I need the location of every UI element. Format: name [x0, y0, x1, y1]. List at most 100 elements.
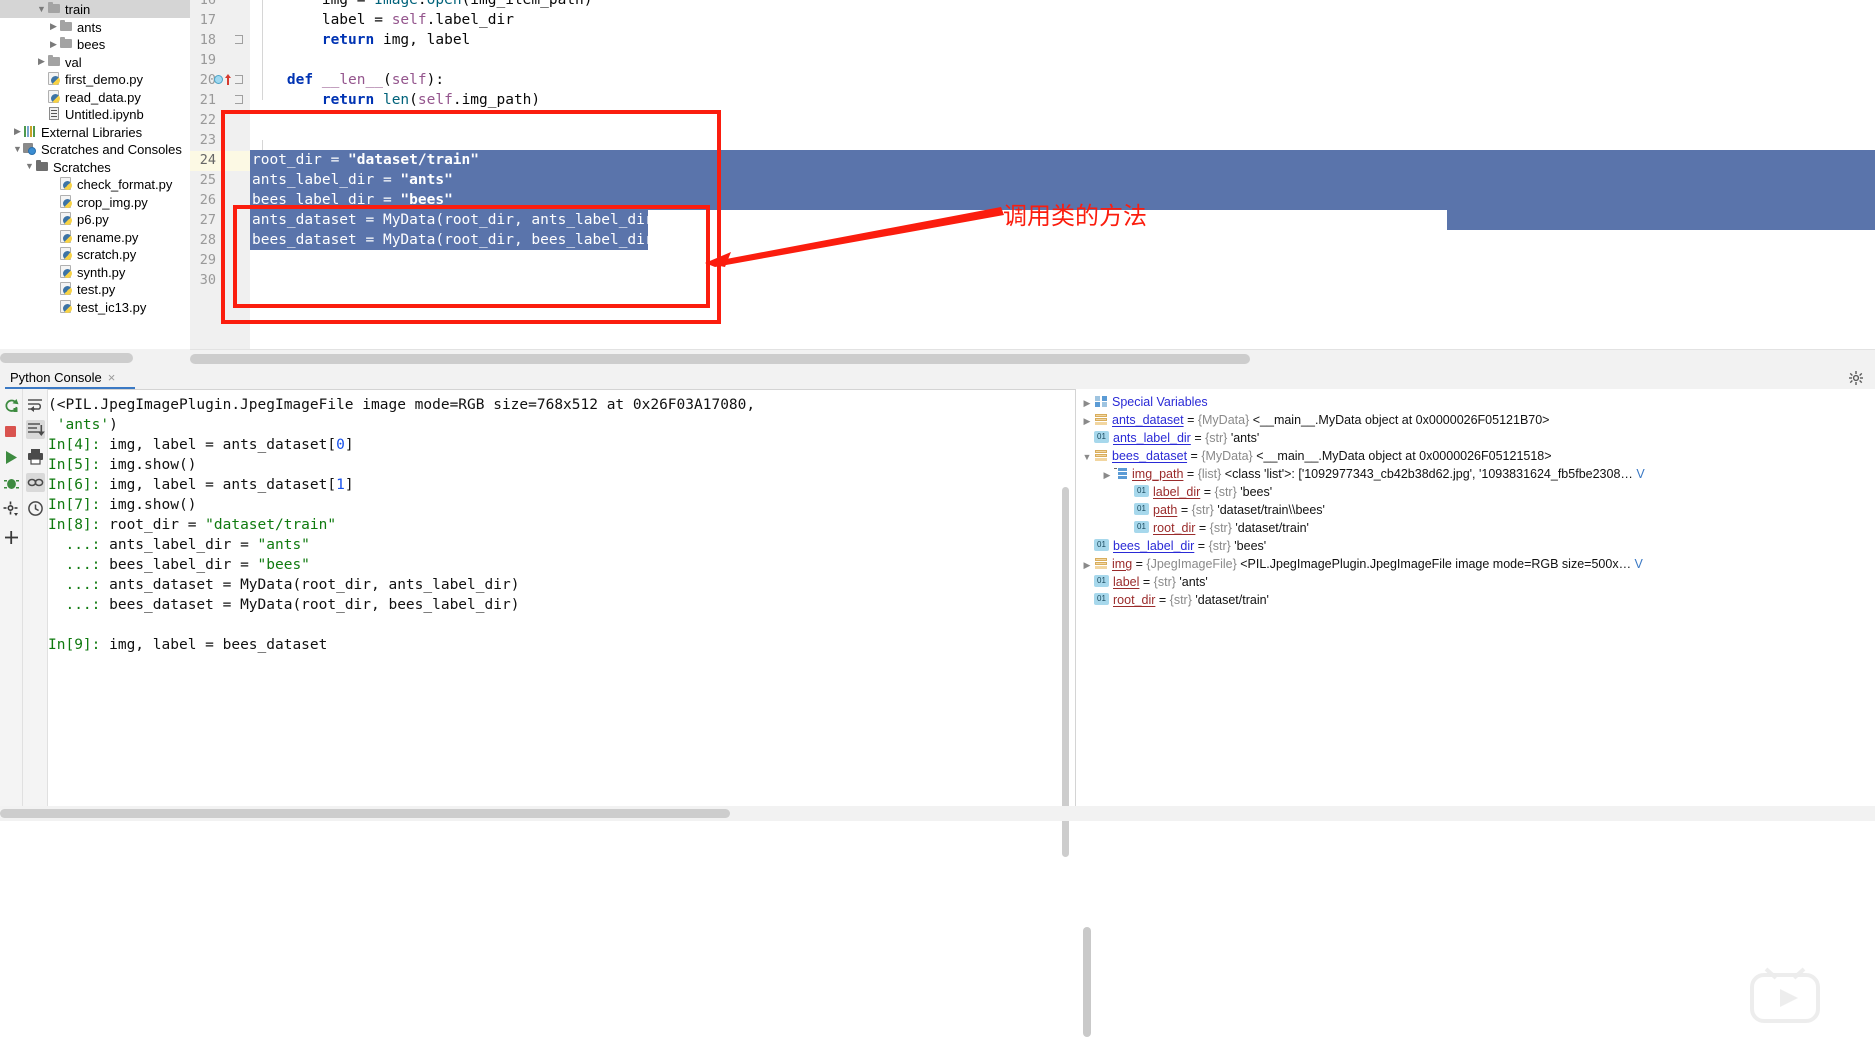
- tree-item-external-libraries[interactable]: ▶ External Libraries: [0, 123, 190, 141]
- code-fold-icon[interactable]: [235, 75, 246, 86]
- 01-variable-icon: [1134, 503, 1149, 515]
- console-line: ...: ants_label_dir = "ants": [65, 537, 310, 553]
- gutter-run-marker-icon[interactable]: [214, 75, 223, 84]
- gear-icon[interactable]: [1849, 371, 1863, 385]
- variable-view-link[interactable]: V: [1631, 557, 1643, 571]
- chevron-right-icon[interactable]: ▶: [1080, 394, 1094, 412]
- tree-item-first-demo-py[interactable]: ▶ first_demo.py: [0, 70, 190, 88]
- tree-item-ants[interactable]: ▶ ants: [0, 18, 190, 36]
- tree-item-val[interactable]: ▶ val: [0, 53, 190, 71]
- chevron-down-icon[interactable]: ▼: [36, 1, 47, 19]
- variable-value: <__main__.MyData object at 0x0000026F051…: [1252, 449, 1552, 463]
- variable-row-root-dir[interactable]: root_dir = {str} 'dataset/train': [1120, 519, 1309, 537]
- project-tree[interactable]: ▼ train ▶ ants ▶ bees ▶ val ▶ first_demo.py ▶ read_…: [0, 0, 190, 367]
- close-icon[interactable]: ×: [108, 370, 116, 385]
- variable-row-ants-dataset[interactable]: ▶ ants_dataset = {MyData} <__main__.MyDat…: [1080, 411, 1550, 430]
- print-icon[interactable]: [26, 447, 45, 466]
- chevron-right-icon[interactable]: ▶: [1100, 466, 1114, 484]
- variable-row-img-path[interactable]: ▶ img_path = {list} <class 'list'>: ['109…: [1100, 465, 1645, 483]
- console-line: ...: bees_label_dir = "bees": [65, 557, 310, 573]
- tree-item-scratch-py[interactable]: ▶ scratch.py: [0, 245, 190, 263]
- tree-hscroll-thumb[interactable]: [0, 353, 133, 363]
- variable-row-path[interactable]: path = {str} 'dataset/train\\bees': [1120, 501, 1325, 519]
- variable-row-img[interactable]: ▶ img = {JpegImageFile} <PIL.JpegImagePlu…: [1080, 555, 1643, 573]
- tree-hscrollbar[interactable]: [0, 349, 190, 367]
- debug-icon[interactable]: [3, 475, 20, 492]
- console-output[interactable]: (<PIL.JpegImagePlugin.JpegImageFile imag…: [48, 389, 1068, 821]
- chevron-right-icon[interactable]: ▶: [1080, 412, 1094, 430]
- chevron-down-icon[interactable]: ▼: [12, 141, 23, 159]
- line-number: 16: [199, 0, 216, 8]
- variable-row-ants-label-dir[interactable]: ants_label_dir = {str} 'ants': [1080, 429, 1259, 447]
- special-variables-panel[interactable]: ▶ Special Variables ▶ ants_dataset = {MyDat…: [1075, 389, 1875, 821]
- variable-row-special-variables[interactable]: ▶ Special Variables: [1080, 393, 1208, 411]
- editor-hscroll-thumb[interactable]: [190, 354, 1250, 364]
- tree-item-scratches-and-consoles[interactable]: ▼ Scratches and Consoles: [0, 140, 190, 158]
- tree-item-test-py[interactable]: ▶ test.py: [0, 280, 190, 298]
- console-toolbar-right[interactable]: [23, 389, 48, 821]
- bottom-hscrollbar[interactable]: [0, 806, 1875, 821]
- variable-row-root-dir[interactable]: root_dir = {str} 'dataset/train': [1080, 591, 1269, 609]
- settings-icon[interactable]: [3, 501, 20, 518]
- variable-name: img: [1112, 557, 1133, 571]
- code-fold-icon[interactable]: [235, 35, 246, 46]
- line-number: 29: [199, 252, 216, 268]
- line-number: 17: [199, 12, 216, 28]
- folder-icon: [47, 2, 62, 15]
- chevron-right-icon[interactable]: ▶: [36, 53, 47, 71]
- tree-item-label: check_format.py: [77, 176, 173, 192]
- tree-item-rename-py[interactable]: ▶ rename.py: [0, 228, 190, 246]
- variables-vscrollbar-thumb[interactable]: [1083, 927, 1091, 1037]
- chevron-down-icon[interactable]: ▼: [1080, 448, 1094, 466]
- bottom-hscroll-thumb[interactable]: [0, 809, 730, 818]
- code-line-18[interactable]: return img, label: [252, 30, 470, 50]
- variable-row-label-dir[interactable]: label_dir = {str} 'bees': [1120, 483, 1272, 501]
- soft-wrap-icon[interactable]: [26, 395, 45, 414]
- variable-row-bees-dataset[interactable]: ▼ bees_dataset = {MyData} <__main__.MyDat…: [1080, 447, 1552, 465]
- tree-item-label: train: [65, 1, 91, 17]
- rerun-icon[interactable]: [3, 397, 20, 414]
- python-console-panel: Python Console × (<PIL.JpegImagePlugin.J…: [0, 367, 1875, 1037]
- tree-item-bees[interactable]: ▶ bees: [0, 35, 190, 53]
- variable-type: {str}: [1153, 575, 1176, 589]
- variable-row-label[interactable]: label = {str} 'ants': [1080, 573, 1208, 591]
- chevron-right-icon[interactable]: ▶: [12, 123, 23, 141]
- use-existing-icon[interactable]: [26, 473, 45, 492]
- tree-item-crop-img-py[interactable]: ▶ crop_img.py: [0, 193, 190, 211]
- tree-item-label: External Libraries: [41, 124, 143, 140]
- line-number: 18: [199, 32, 216, 48]
- tab-python-console[interactable]: Python Console ×: [10, 367, 115, 389]
- code-line-21[interactable]: return len(self.img_path): [252, 90, 540, 110]
- execute-icon[interactable]: [3, 449, 20, 466]
- tree-item-check-format-py[interactable]: ▶ check_format.py: [0, 175, 190, 193]
- tree-item-scratches[interactable]: ▼ Scratches: [0, 158, 190, 176]
- chevron-right-icon[interactable]: ▶: [48, 18, 59, 36]
- editor-hscrollbar[interactable]: [190, 349, 1875, 368]
- code-line-16[interactable]: img = Image.open(img_item_path): [252, 0, 593, 10]
- history-icon[interactable]: [26, 499, 45, 518]
- code-fold-icon[interactable]: [235, 95, 246, 106]
- tree-item-train[interactable]: ▼ train: [0, 0, 190, 18]
- py-icon: [59, 177, 74, 190]
- code-line-20[interactable]: def __len__(self):: [252, 70, 444, 90]
- code-line-17[interactable]: label = self.label_dir: [252, 10, 514, 30]
- console-vscrollbar-thumb[interactable]: [1062, 487, 1069, 857]
- variable-value: 'dataset/train': [1191, 593, 1269, 607]
- tree-item-p6-py[interactable]: ▶ p6.py: [0, 210, 190, 228]
- variable-name: root_dir: [1153, 521, 1196, 535]
- tree-item-test-ic13-py[interactable]: ▶ test_ic13.py: [0, 298, 190, 316]
- add-icon[interactable]: [3, 529, 20, 546]
- tree-item-untitled-ipynb[interactable]: ▶ Untitled.ipynb: [0, 105, 190, 123]
- console-toolbar-left[interactable]: [0, 389, 23, 821]
- variable-view-link[interactable]: V: [1633, 467, 1644, 481]
- scroll-to-end-icon[interactable]: [26, 420, 45, 439]
- tree-item-read-data-py[interactable]: ▶ read_data.py: [0, 88, 190, 106]
- chevron-right-icon[interactable]: ▶: [48, 36, 59, 54]
- stop-icon[interactable]: [3, 423, 20, 440]
- variable-equals: =: [1194, 539, 1209, 553]
- variable-row-bees-label-dir[interactable]: bees_label_dir = {str} 'bees': [1080, 537, 1266, 555]
- override-method-icon[interactable]: [225, 74, 232, 85]
- chevron-right-icon[interactable]: ▶: [1080, 556, 1094, 574]
- chevron-down-icon[interactable]: ▼: [24, 158, 35, 176]
- tree-item-synth-py[interactable]: ▶ synth.py: [0, 263, 190, 281]
